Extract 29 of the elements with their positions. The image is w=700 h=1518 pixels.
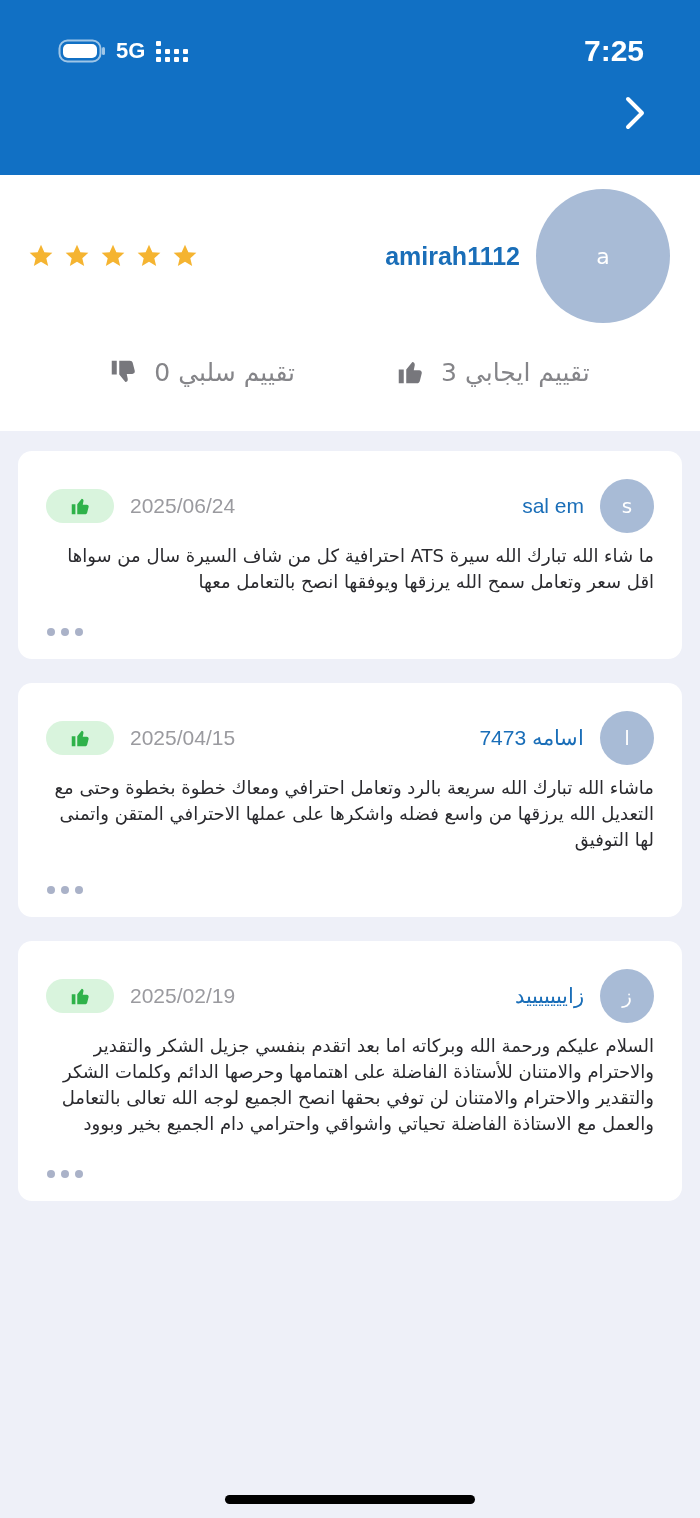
star-icon <box>28 243 54 269</box>
review-text: ما شاء الله تبارك الله سيرة ATS احترافية كل من شاف السيرة سال من سواها اقل سعر وتعامل سمح الله يرزقها ويوفقها انصح بالتعامل معها <box>66 544 654 595</box>
more-icon[interactable] <box>46 627 86 637</box>
review-date: 2025/02/19 <box>130 984 236 1008</box>
more-icon[interactable] <box>46 1169 86 1179</box>
chevron-right-icon[interactable] <box>624 96 646 130</box>
reviewer-avatar: ز <box>600 969 654 1023</box>
review-text: السلام عليكم ورحمة الله وبركاته اما بعد اتقدم بنفسي جزيل الشكر والتقدير والاحترام والامتنان للأستاذة الفاضلة على اهتمامها وحرصها الدائم وكلمات الشكر والتقدير والاحترام والامتنان لن توفي بحقها انصح الجميع لوجه الله تعالى بالتعامل والعمل مع الاستاذة الفاضلة تحياتي واشواقي واحترامي دام الجميع بخير وبوود <box>60 1034 654 1137</box>
review-date: 2025/04/15 <box>130 726 236 750</box>
battery-icon <box>58 39 106 63</box>
more-icon[interactable] <box>46 885 86 895</box>
reviewer-avatar: s <box>600 479 654 533</box>
star-icon <box>136 243 162 269</box>
star-icon <box>100 243 126 269</box>
signal-icon <box>155 39 190 63</box>
reviewer-name[interactable]: زايييييييد <box>515 984 584 1008</box>
reviewer-avatar: ا <box>600 711 654 765</box>
review-text: ماشاء الله تبارك الله سريعة بالرد وتعامل احترافي ومعاك خطوة بخطوة وحتى مع التعديل الله يرزقها من واسع فضله واشكرها على عملها الاحترافي المتقن واتمنى لها التوفيق <box>53 776 654 853</box>
negative-rating-count: تقييم سلبي 0 <box>154 357 296 387</box>
profile-avatar: a <box>536 189 670 323</box>
positive-rating-count: تقييم ايجابي 3 <box>441 357 590 387</box>
reviewer-name[interactable]: اسامه 7473 <box>479 726 584 750</box>
review-date: 2025/06/24 <box>130 494 236 518</box>
network-label: 5G <box>116 38 146 64</box>
reviewer-name[interactable]: sal em <box>522 494 584 518</box>
star-icon <box>172 243 198 269</box>
clock-time: 7:25 <box>583 34 644 68</box>
star-icon <box>64 243 90 269</box>
username: amirah1112 <box>385 241 520 271</box>
